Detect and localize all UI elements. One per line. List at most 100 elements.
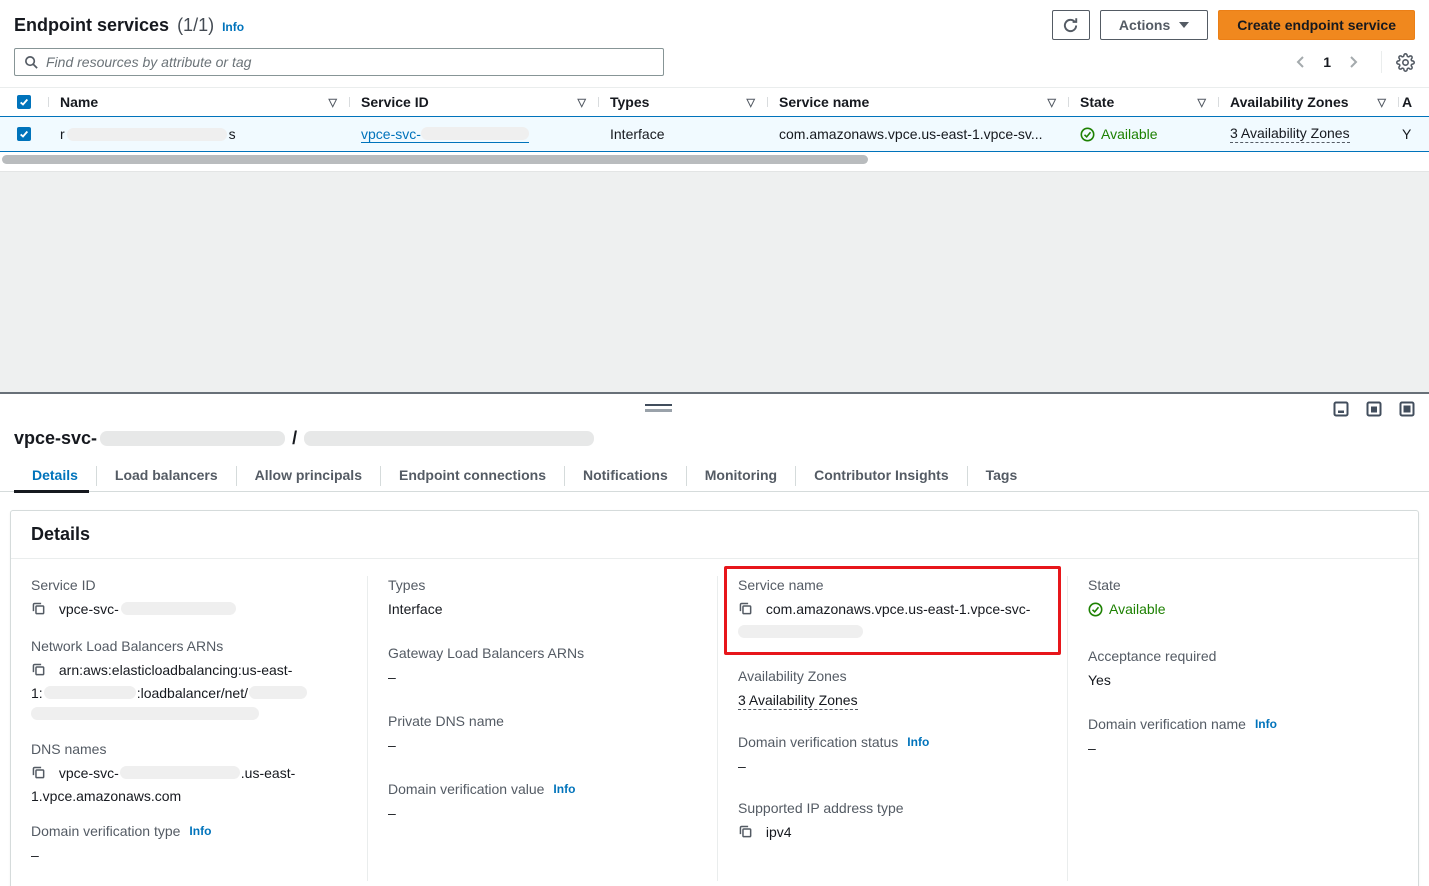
next-page-button[interactable]: [1339, 51, 1367, 73]
chevron-down-icon: [1179, 22, 1189, 28]
column-header-service-id[interactable]: Service ID ▽: [349, 94, 598, 110]
tab-details[interactable]: Details: [14, 461, 96, 492]
details-column-4: State Available Acceptance required Yes: [1067, 576, 1418, 881]
service-id-link[interactable]: vpce-svc-: [361, 126, 529, 143]
filter-icon[interactable]: ▽: [570, 96, 586, 109]
filter-icon[interactable]: ▽: [1190, 96, 1206, 109]
tab-tags[interactable]: Tags: [968, 461, 1036, 492]
status-badge: Available: [1088, 599, 1166, 620]
cell-availability-zones: 3 Availability Zones: [1218, 125, 1398, 143]
field-label-text: Supported IP address type: [738, 799, 904, 818]
availability-zones-popover-trigger[interactable]: 3 Availability Zones: [738, 692, 858, 710]
endpoint-services-header: Endpoint services (1/1) Info Actions Cre…: [0, 0, 1429, 171]
search-icon: [24, 55, 39, 70]
tab-allow-principals[interactable]: Allow principals: [237, 461, 380, 492]
cell-types: Interface: [598, 126, 767, 142]
tab-monitoring[interactable]: Monitoring: [687, 461, 795, 492]
page-title: Endpoint services: [14, 15, 169, 36]
field-label-text: Domain verification name: [1088, 715, 1246, 734]
preferences-button[interactable]: [1396, 53, 1415, 72]
cell-service-id: vpce-svc-: [349, 126, 598, 143]
column-label: Service ID: [361, 94, 429, 110]
search-box: [14, 48, 664, 76]
divider: [1381, 51, 1382, 73]
copy-icon[interactable]: [31, 664, 50, 680]
filter-icon[interactable]: ▽: [321, 96, 337, 109]
page-number[interactable]: 1: [1319, 54, 1335, 70]
panel-size-small-icon[interactable]: [1333, 401, 1349, 417]
field-network-load-balancers-arns: Network Load Balancers ARNs arn:aws:elas…: [31, 637, 347, 725]
column-header-state[interactable]: State ▽: [1068, 94, 1218, 110]
actions-button-label: Actions: [1119, 17, 1170, 33]
field-gateway-load-balancers-arns: Gateway Load Balancers ARNs –: [388, 644, 697, 688]
column-header-types[interactable]: Types ▽: [598, 94, 767, 110]
column-label: Service name: [779, 94, 869, 110]
cell-acceptance: Y: [1398, 126, 1429, 142]
field-label-text: Domain verification status: [738, 733, 898, 752]
service-name-value: com.amazonaws.vpce.us-east-1.vpce-svc-: [766, 601, 1031, 617]
redacted-name: [67, 128, 227, 141]
horizontal-scrollbar: [0, 152, 1429, 171]
field-service-id: Service ID vpce-svc-: [31, 576, 347, 622]
dns-value-line2: 1.vpce.amazonaws.com: [31, 788, 181, 804]
info-link[interactable]: Info: [907, 733, 929, 752]
refresh-button[interactable]: [1052, 10, 1090, 40]
acceptance-text: Y: [1402, 126, 1411, 142]
empty-value: –: [31, 845, 347, 866]
filter-icon[interactable]: ▽: [739, 96, 755, 109]
column-header-name[interactable]: Name ▽: [48, 94, 349, 110]
field-state: State Available: [1088, 576, 1398, 623]
field-types: Types Interface: [388, 576, 697, 620]
field-domain-verification-name: Domain verification name Info –: [1088, 715, 1398, 759]
actions-button[interactable]: Actions: [1100, 10, 1208, 40]
details-card: Details Service ID vpce-svc- Network Loa…: [10, 510, 1419, 886]
select-all-checkbox[interactable]: [17, 95, 31, 109]
column-label: State: [1080, 94, 1114, 110]
service-id-value: vpce-svc-: [59, 601, 119, 617]
tab-notifications[interactable]: Notifications: [565, 461, 686, 492]
info-link[interactable]: Info: [1255, 715, 1277, 734]
field-label-text: Gateway Load Balancers ARNs: [388, 644, 584, 663]
copy-icon[interactable]: [738, 826, 757, 842]
copy-icon[interactable]: [738, 603, 757, 619]
cell-name: rs: [48, 126, 349, 142]
field-label-text: State: [1088, 576, 1121, 595]
panel-size-controls: [1333, 401, 1415, 417]
dns-value-suffix: .us-east-: [241, 765, 295, 781]
panel-size-medium-icon[interactable]: [1366, 401, 1382, 417]
copy-icon[interactable]: [31, 603, 50, 619]
service-name-text: com.amazonaws.vpce.us-east-1.vpce-sv...: [779, 126, 1043, 142]
info-link[interactable]: Info: [189, 822, 211, 841]
filter-icon[interactable]: ▽: [1370, 96, 1386, 109]
table-row[interactable]: rs vpce-svc- Interface com.amazonaws.vpc…: [0, 116, 1429, 152]
redacted-value: [249, 686, 307, 699]
pagination: 1: [1287, 51, 1415, 73]
details-column-1: Service ID vpce-svc- Network Load Balanc…: [11, 576, 367, 881]
red-annotation-box: Service name com.amazonaws.vpce.us-east-…: [724, 566, 1061, 655]
filter-icon[interactable]: ▽: [1040, 96, 1056, 109]
check-circle-icon: [1088, 602, 1103, 617]
panel-tabs: Details Load balancers Allow principals …: [0, 461, 1429, 492]
tab-contributor-insights[interactable]: Contributor Insights: [796, 461, 967, 492]
field-availability-zones: Availability Zones 3 Availability Zones: [738, 667, 1047, 711]
column-header-acceptance[interactable]: A: [1398, 94, 1429, 110]
previous-page-button[interactable]: [1287, 51, 1315, 73]
empty-value: –: [738, 756, 1047, 777]
details-split-panel: vpce-svc- / Details Load balancers Allow…: [0, 392, 1429, 883]
row-checkbox[interactable]: [17, 127, 31, 141]
create-endpoint-service-button[interactable]: Create endpoint service: [1218, 10, 1415, 40]
info-link[interactable]: Info: [553, 780, 575, 799]
split-panel-resize-handle[interactable]: [645, 404, 672, 412]
copy-icon[interactable]: [31, 767, 50, 783]
tab-endpoint-connections[interactable]: Endpoint connections: [381, 461, 564, 492]
column-header-service-name[interactable]: Service name ▽: [767, 94, 1068, 110]
info-link[interactable]: Info: [222, 20, 244, 34]
tab-load-balancers[interactable]: Load balancers: [97, 461, 236, 492]
panel-size-full-icon[interactable]: [1399, 401, 1415, 417]
search-input[interactable]: [46, 54, 654, 70]
scrollbar-thumb[interactable]: [2, 155, 868, 164]
availability-zones-popover-trigger[interactable]: 3 Availability Zones: [1230, 125, 1350, 143]
refresh-icon: [1062, 17, 1079, 34]
field-label-text: Service ID: [31, 576, 96, 595]
column-header-availability-zones[interactable]: Availability Zones ▽: [1218, 94, 1398, 110]
